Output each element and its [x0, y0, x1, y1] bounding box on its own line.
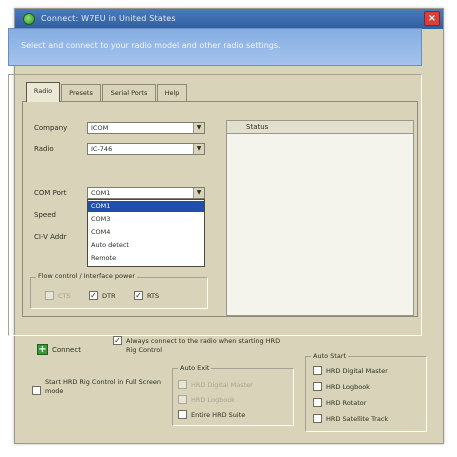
tab-help[interactable]: Help [157, 84, 187, 101]
company-select[interactable]: ICOM ▼ [87, 122, 205, 134]
window-title: Connect: W7EU in United States [41, 14, 176, 23]
auto-start-rotator-label: HRD Rotator [326, 399, 367, 407]
dropdown-option-com3[interactable]: COM3 [88, 214, 204, 225]
tab-presets[interactable]: Presets [61, 84, 101, 101]
rts-checkbox[interactable]: ✓ [134, 291, 143, 300]
flow-control-label: Flow control / Interface power [36, 272, 138, 280]
close-icon: × [427, 13, 437, 24]
com-port-dropdown-list: COM1 COM3 COM4 Auto detect Remote [87, 199, 205, 267]
auto-exit-entire-suite-label: Entire HRD Suite [191, 411, 246, 419]
start-fullscreen-checkbox[interactable] [32, 386, 41, 395]
start-fullscreen-label: Start HRD Rig Control in Full Screen mod… [45, 378, 162, 395]
always-connect-checkbox[interactable]: ✓ [113, 336, 122, 345]
dropdown-option-remote[interactable]: Remote [88, 253, 204, 264]
info-banner: Select and connect to your radio model a… [8, 28, 422, 66]
com-port-value: COM1 [91, 189, 111, 197]
com-port-select[interactable]: COM1 ▼ [87, 187, 205, 199]
auto-start-digital-master-label: HRD Digital Master [326, 367, 388, 375]
auto-start-digital-master-checkbox[interactable] [313, 366, 322, 375]
always-connect-label: Always connect to the radio when startin… [126, 337, 281, 354]
auto-start-satellite-track-checkbox[interactable] [313, 414, 322, 423]
tab-label: Help [164, 89, 180, 97]
tab-serial-ports[interactable]: Serial Ports [102, 84, 156, 101]
connect-button[interactable]: Connect [52, 346, 81, 354]
cts-label: CTS [58, 292, 71, 300]
civ-addr-label: CI-V Addr [34, 233, 67, 241]
dropdown-option-com4[interactable]: COM4 [88, 227, 204, 238]
dtr-checkbox[interactable]: ✓ [89, 291, 98, 300]
chevron-down-icon: ▼ [193, 123, 204, 133]
tab-label: Radio [33, 87, 53, 95]
auto-exit-logbook-label: HRD Logbook [191, 396, 235, 404]
speed-label: Speed [34, 211, 56, 219]
auto-start-logbook-checkbox[interactable] [313, 382, 322, 391]
radio-value: IC-746 [91, 145, 113, 153]
radio-select[interactable]: IC-746 ▼ [87, 143, 205, 155]
auto-start-satellite-track-label: HRD Satellite Track [326, 415, 389, 423]
chevron-down-icon: ▼ [193, 144, 204, 154]
dtr-label: DTR [102, 292, 116, 300]
auto-exit-digital-master-label: HRD Digital Master [191, 381, 253, 389]
close-button[interactable]: × [424, 11, 440, 26]
plus-icon[interactable]: + [37, 344, 48, 355]
dropdown-option-com1[interactable]: COM1 [88, 201, 204, 212]
tab-label: Serial Ports [110, 89, 148, 97]
auto-exit-entire-suite-checkbox[interactable] [178, 410, 187, 419]
app-icon [23, 13, 35, 25]
cts-checkbox[interactable] [45, 291, 54, 300]
status-title: Status [246, 123, 269, 131]
auto-start-label: Auto Start [311, 352, 349, 360]
com-port-label: COM Port [34, 189, 67, 197]
tab-radio[interactable]: Radio [26, 82, 60, 102]
auto-exit-label: Auto Exit [178, 364, 212, 372]
auto-start-rotator-checkbox[interactable] [313, 398, 322, 407]
radio-label: Radio [34, 145, 54, 153]
status-panel [226, 120, 414, 316]
company-label: Company [34, 124, 68, 132]
auto-exit-logbook-checkbox[interactable] [178, 395, 187, 404]
title-bar[interactable]: Connect: W7EU in United States × [15, 9, 443, 29]
auto-exit-digital-master-checkbox[interactable] [178, 380, 187, 389]
chevron-down-icon: ▼ [193, 188, 204, 198]
company-value: ICOM [91, 124, 109, 132]
flow-control-group [30, 277, 208, 309]
auto-start-logbook-label: HRD Logbook [326, 383, 370, 391]
banner-text: Select and connect to your radio model a… [21, 41, 281, 50]
rts-label: RTS [147, 292, 160, 300]
tab-label: Presets [69, 89, 93, 97]
dropdown-option-auto-detect[interactable]: Auto detect [88, 240, 204, 251]
